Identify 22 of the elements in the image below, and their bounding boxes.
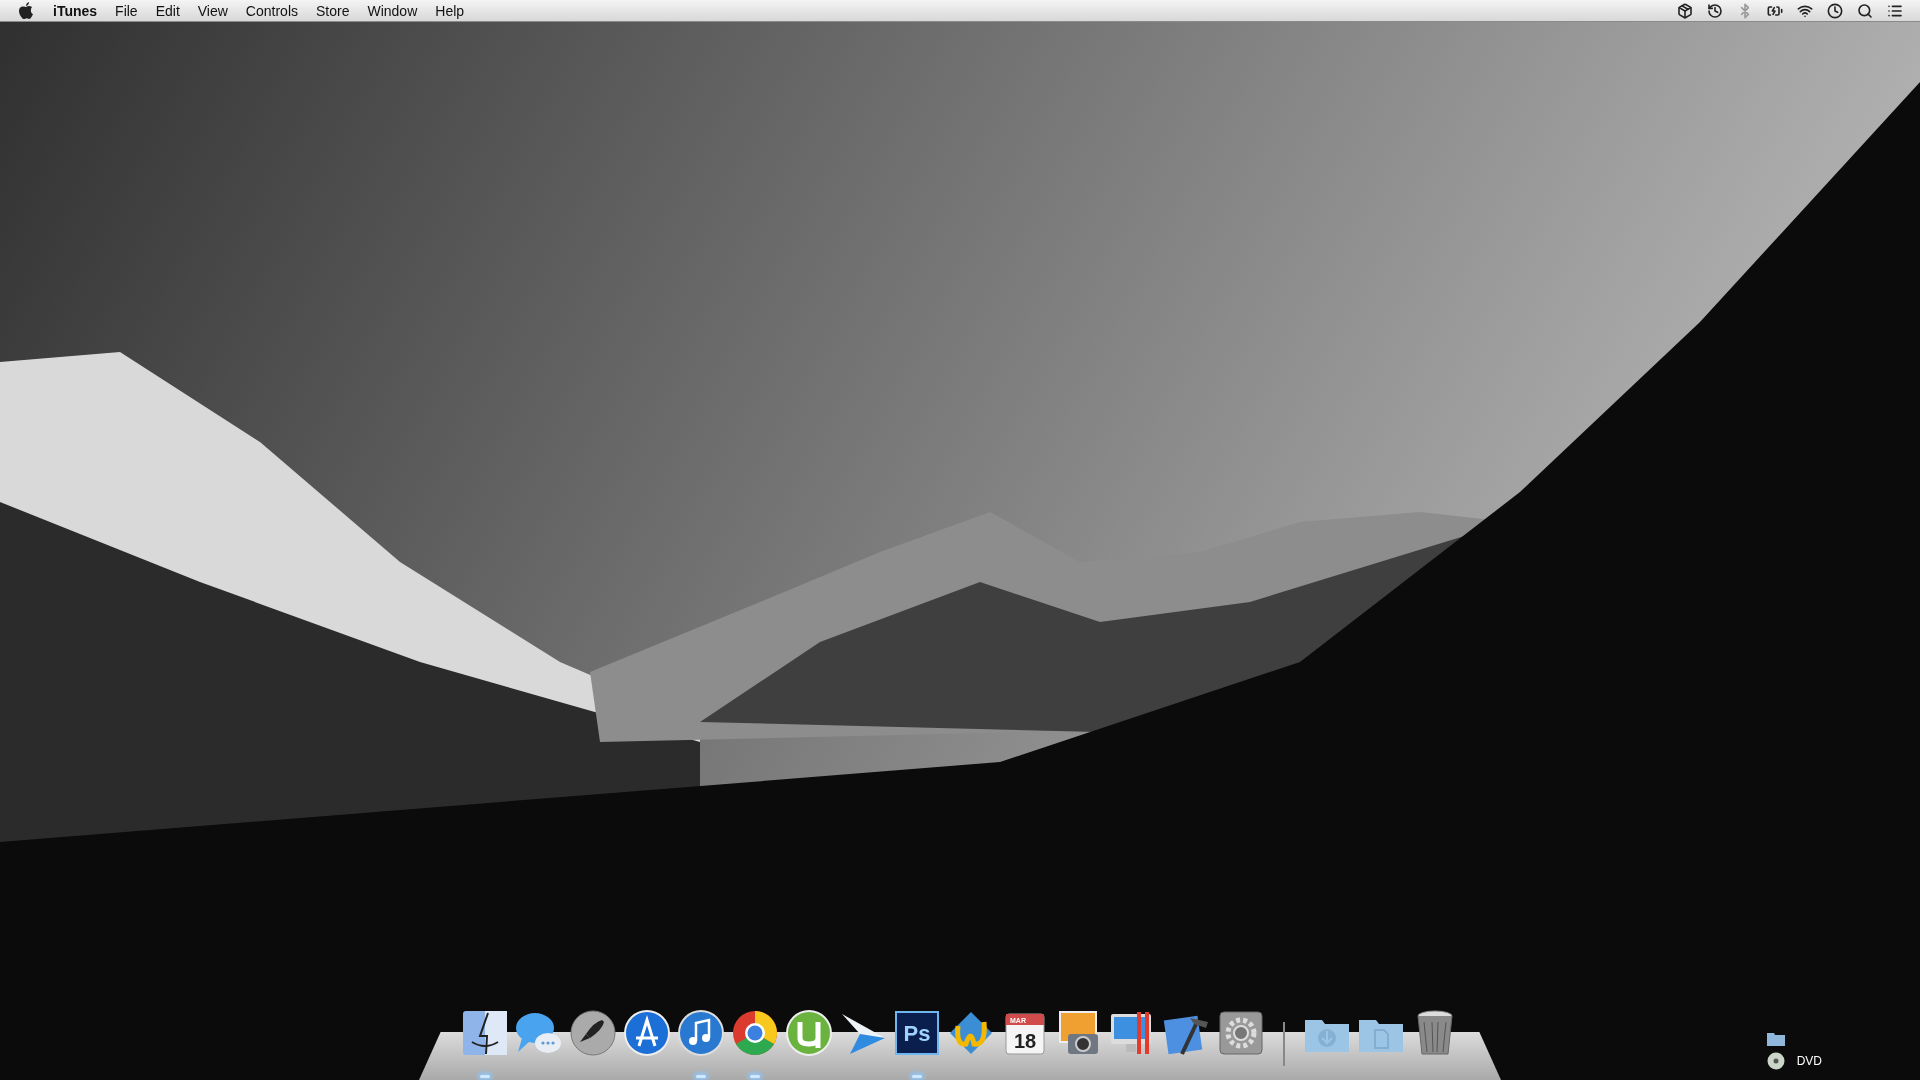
menu-item[interactable]: File [106, 2, 147, 19]
finder-face-icon[interactable] [460, 1008, 510, 1058]
photoshop-icon[interactable]: Ps [892, 1008, 942, 1058]
history-icon[interactable] [1707, 2, 1723, 19]
browser-icon[interactable] [730, 1008, 780, 1058]
torrent-client-icon[interactable] [784, 1008, 834, 1058]
clock-icon[interactable] [1827, 2, 1843, 19]
app-store-icon[interactable] [622, 1008, 672, 1058]
search-icon[interactable] [1857, 2, 1873, 19]
menu-item[interactable]: View [188, 2, 237, 19]
menu-item[interactable]: Edit [146, 2, 189, 19]
music-note-icon[interactable] [676, 1008, 726, 1058]
menu-item[interactable]: Controls [236, 2, 307, 19]
disc-icon[interactable] [1766, 1052, 1785, 1070]
gear-icon[interactable] [1216, 1008, 1266, 1058]
apple-logo-icon[interactable] [18, 1, 34, 20]
menu-item[interactable]: Store [307, 2, 359, 19]
box-icon[interactable] [1677, 2, 1693, 19]
desktop-item-label[interactable]: DVD [1796, 1054, 1822, 1068]
menu-item[interactable]: Help [426, 2, 474, 19]
app-menu[interactable]: iTunes [44, 2, 107, 19]
menu-item[interactable]: Window [358, 2, 427, 19]
